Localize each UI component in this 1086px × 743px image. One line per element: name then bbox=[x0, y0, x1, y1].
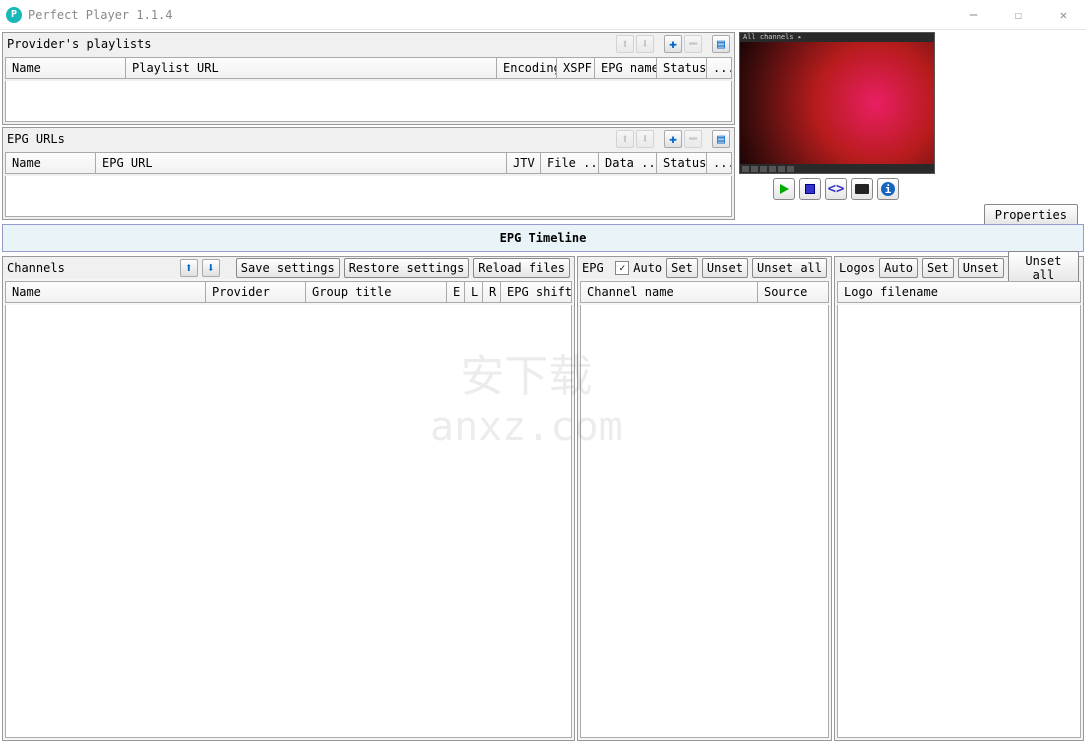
code-icon: <> bbox=[828, 181, 845, 197]
preview-topbar: All channels ▸ bbox=[740, 33, 934, 42]
col-e[interactable]: E bbox=[447, 282, 465, 302]
logos-unset-button[interactable]: Unset bbox=[958, 258, 1004, 278]
col-more[interactable]: ... bbox=[707, 153, 731, 173]
col-name[interactable]: Name bbox=[6, 282, 206, 302]
move-up-icon[interactable]: ⬆ bbox=[180, 259, 198, 277]
logos-set-button[interactable]: Set bbox=[922, 258, 954, 278]
remove-icon[interactable]: ━ bbox=[684, 130, 702, 148]
col-url[interactable]: EPG URL bbox=[96, 153, 507, 173]
play-icon bbox=[780, 184, 789, 194]
logos-panel: Logos Auto Set Unset Unset all Logo file… bbox=[834, 256, 1084, 741]
epg-auto-checkbox[interactable]: ✓ bbox=[615, 261, 629, 275]
move-down-icon[interactable]: ⬇ bbox=[636, 35, 654, 53]
epg-set-button[interactable]: Set bbox=[666, 258, 698, 278]
epg-urls-label: EPG URLs bbox=[7, 132, 616, 146]
playlists-table-header: Name Playlist URL Encoding XSPF EPG name… bbox=[5, 57, 732, 79]
channels-label: Channels bbox=[7, 261, 65, 275]
epg-timeline[interactable]: EPG Timeline bbox=[2, 224, 1084, 252]
menu-icon[interactable]: ▤ bbox=[712, 35, 730, 53]
close-button[interactable]: ✕ bbox=[1041, 0, 1086, 30]
channels-table-header: Name Provider Group title E L R EPG shif… bbox=[5, 281, 572, 303]
logos-table-body[interactable] bbox=[837, 305, 1081, 738]
minimize-button[interactable]: ─ bbox=[951, 0, 996, 30]
logos-auto-button[interactable]: Auto bbox=[879, 258, 918, 278]
preview-side bbox=[943, 32, 1084, 174]
col-r[interactable]: R bbox=[483, 282, 501, 302]
properties-button[interactable]: Properties bbox=[984, 204, 1078, 226]
col-provider[interactable]: Provider bbox=[206, 282, 306, 302]
col-file[interactable]: File ... bbox=[541, 153, 599, 173]
logos-unset-all-button[interactable]: Unset all bbox=[1008, 251, 1079, 285]
stop-icon bbox=[805, 184, 815, 194]
play-button[interactable] bbox=[773, 178, 795, 200]
reload-files-button[interactable]: Reload files bbox=[473, 258, 570, 278]
title-bar: P Perfect Player 1.1.4 ─ ☐ ✕ bbox=[0, 0, 1086, 30]
col-source[interactable]: Source bbox=[758, 282, 828, 302]
restore-settings-button[interactable]: Restore settings bbox=[344, 258, 470, 278]
col-url[interactable]: Playlist URL bbox=[126, 58, 497, 78]
epg-table-body[interactable] bbox=[580, 305, 829, 738]
epg-urls-table-header: Name EPG URL JTV File ... Data ... Statu… bbox=[5, 152, 732, 174]
col-encoding[interactable]: Encoding bbox=[497, 58, 557, 78]
col-group[interactable]: Group title bbox=[306, 282, 447, 302]
move-down-icon[interactable]: ⬇ bbox=[202, 259, 220, 277]
col-status[interactable]: Status bbox=[657, 153, 707, 173]
add-icon[interactable]: ✚ bbox=[664, 130, 682, 148]
fullscreen-button[interactable] bbox=[851, 178, 873, 200]
epg-unset-button[interactable]: Unset bbox=[702, 258, 748, 278]
col-epgname[interactable]: EPG name bbox=[595, 58, 657, 78]
save-settings-button[interactable]: Save settings bbox=[236, 258, 340, 278]
info-button[interactable]: i bbox=[877, 178, 899, 200]
channels-panel: Channels ⬆ ⬇ Save settings Restore setti… bbox=[2, 256, 575, 741]
epg-table-header: Channel name Source bbox=[580, 281, 829, 303]
playlists-table-body[interactable] bbox=[5, 81, 732, 122]
add-icon[interactable]: ✚ bbox=[664, 35, 682, 53]
col-filename[interactable]: Logo filename bbox=[838, 282, 1080, 302]
col-name[interactable]: Name bbox=[6, 58, 126, 78]
info-icon: i bbox=[881, 182, 895, 196]
menu-icon[interactable]: ▤ bbox=[712, 130, 730, 148]
move-up-icon[interactable]: ⬆ bbox=[616, 130, 634, 148]
col-status[interactable]: Status bbox=[657, 58, 707, 78]
move-up-icon[interactable]: ⬆ bbox=[616, 35, 634, 53]
col-data[interactable]: Data ... bbox=[599, 153, 657, 173]
logos-table-header: Logo filename bbox=[837, 281, 1081, 303]
epg-urls-panel: EPG URLs ⬆ ⬇ ✚ ━ ▤ Name EPG URL JTV bbox=[2, 127, 735, 220]
code-button[interactable]: <> bbox=[825, 178, 847, 200]
col-epgshift[interactable]: EPG shift bbox=[501, 282, 571, 302]
col-xspf[interactable]: XSPF bbox=[557, 58, 595, 78]
app-icon: P bbox=[6, 7, 22, 23]
preview-bottombar bbox=[740, 164, 934, 173]
remove-icon[interactable]: ━ bbox=[684, 35, 702, 53]
epg-panel: EPG ✓ Auto Set Unset Unset all Channel n… bbox=[577, 256, 832, 741]
col-name[interactable]: Name bbox=[6, 153, 96, 173]
logos-label: Logos bbox=[839, 261, 875, 275]
epg-label: EPG bbox=[582, 261, 604, 275]
screen-icon bbox=[855, 184, 869, 194]
move-down-icon[interactable]: ⬇ bbox=[636, 130, 654, 148]
window-title: Perfect Player 1.1.4 bbox=[28, 8, 173, 22]
col-l[interactable]: L bbox=[465, 282, 483, 302]
video-preview[interactable]: All channels ▸ bbox=[739, 32, 935, 174]
channels-table-body[interactable] bbox=[5, 305, 572, 738]
epg-urls-table-body[interactable] bbox=[5, 176, 732, 217]
epg-auto-label: Auto bbox=[633, 261, 662, 275]
maximize-button[interactable]: ☐ bbox=[996, 0, 1041, 30]
epg-unset-all-button[interactable]: Unset all bbox=[752, 258, 827, 278]
col-channel[interactable]: Channel name bbox=[581, 282, 758, 302]
playlists-label: Provider's playlists bbox=[7, 37, 616, 51]
stop-button[interactable] bbox=[799, 178, 821, 200]
col-more[interactable]: ... bbox=[707, 58, 731, 78]
playlists-panel: Provider's playlists ⬆ ⬇ ✚ ━ ▤ Name Play… bbox=[2, 32, 735, 125]
col-jtv[interactable]: JTV bbox=[507, 153, 541, 173]
